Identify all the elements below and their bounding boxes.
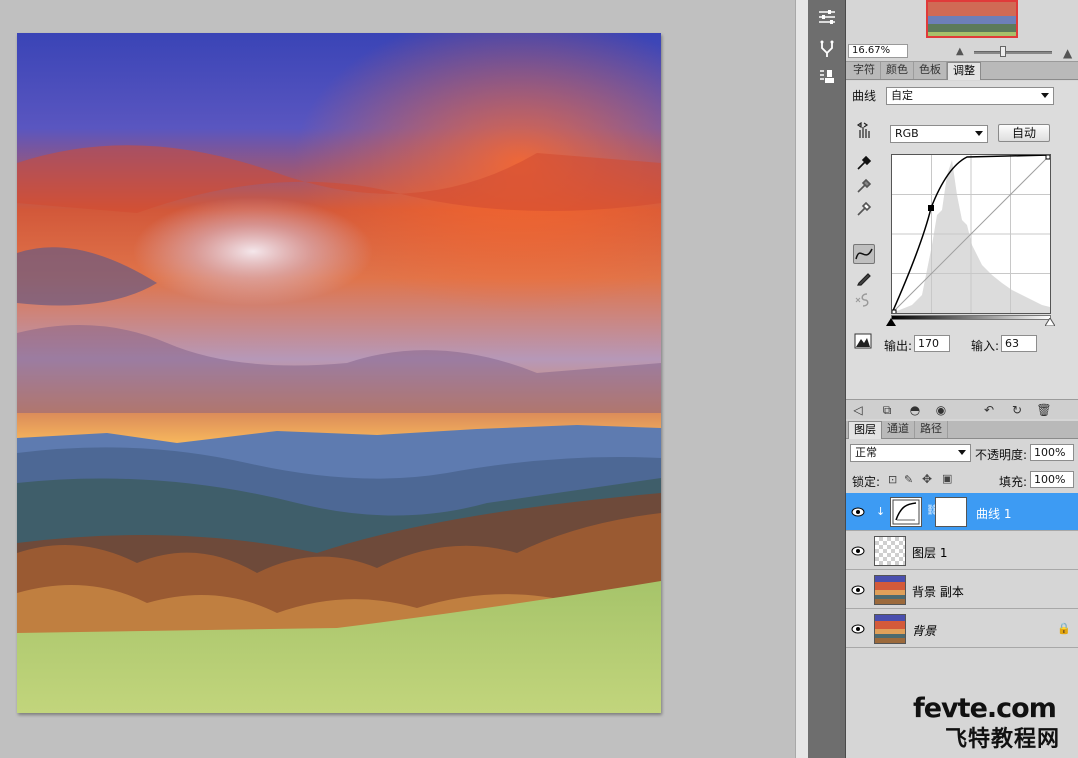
opacity-label: 不透明度: bbox=[975, 448, 1028, 462]
chevron-down-icon bbox=[975, 131, 983, 136]
zoom-slider-handle[interactable] bbox=[1000, 46, 1006, 57]
layer-row-layer-1[interactable]: 图层 1 bbox=[846, 532, 1078, 570]
zoom-out-icon[interactable]: ▲ bbox=[956, 46, 964, 57]
curves-preset-value: 自定 bbox=[891, 89, 913, 102]
layer-name: 曲线 1 bbox=[976, 507, 1012, 521]
trash-icon[interactable]: 🗑 bbox=[1036, 402, 1052, 418]
input-value-field[interactable]: 63 bbox=[1001, 335, 1037, 352]
document-image[interactable] bbox=[17, 33, 661, 713]
curves-adjustment-panel: 曲线 自定 RGB 自动 输出: 170 输入: 63 bbox=[846, 81, 1078, 418]
tab-character[interactable]: 字符 bbox=[848, 62, 881, 79]
layer-row-curves-1[interactable]: ↓ ⛓ 曲线 1 bbox=[846, 493, 1078, 531]
gray-point-eyedropper-icon[interactable] bbox=[853, 176, 875, 196]
opacity-field[interactable]: 100% bbox=[1030, 444, 1074, 461]
white-point-eyedropper-icon[interactable] bbox=[853, 199, 875, 219]
layer-name: 背景 bbox=[912, 624, 937, 638]
layer-name: 图层 1 bbox=[912, 546, 948, 560]
right-panels: 16.67% ▲ ▲ 字符 颜色 色板 调整 曲线 自定 RGB 自动 输出: … bbox=[846, 0, 1078, 758]
clipping-warning-icon[interactable] bbox=[852, 331, 874, 351]
black-point-eyedropper-icon[interactable] bbox=[853, 153, 875, 173]
layer-row-background-copy[interactable]: 背景 副本 bbox=[846, 571, 1078, 609]
fill-label: 填充: bbox=[999, 475, 1028, 489]
input-label: 输入: bbox=[971, 339, 1000, 353]
chevron-down-icon bbox=[958, 450, 966, 455]
tab-color[interactable]: 颜色 bbox=[881, 62, 914, 79]
canvas-scrollbar[interactable] bbox=[795, 0, 808, 758]
white-slider-icon[interactable] bbox=[1045, 318, 1055, 326]
lock-all-icon[interactable]: ▣ bbox=[942, 472, 952, 485]
pencil-draw-icon[interactable] bbox=[853, 268, 875, 288]
adjustments-tabstrip: 字符 颜色 色板 调整 bbox=[846, 62, 1078, 80]
tab-paths[interactable]: 路径 bbox=[915, 421, 948, 438]
curve-white-point[interactable] bbox=[1045, 154, 1051, 160]
previous-state-icon[interactable]: ↶ bbox=[981, 402, 997, 418]
output-value-field[interactable]: 170 bbox=[914, 335, 950, 352]
fill-field[interactable]: 100% bbox=[1030, 471, 1074, 488]
zoom-in-icon[interactable]: ▲ bbox=[1063, 46, 1072, 60]
landscape-thumbnail[interactable] bbox=[874, 575, 906, 605]
adjustments-footer: ◁ ⧉ ◓ ◉ ↶ ↻ 🗑 bbox=[846, 399, 1078, 419]
reset-icon[interactable]: ↻ bbox=[1009, 402, 1025, 418]
tab-channels[interactable]: 通道 bbox=[882, 421, 915, 438]
tab-swatches[interactable]: 色板 bbox=[914, 62, 947, 79]
watermark-line-1: fevte.com bbox=[913, 693, 1057, 724]
visibility-eye-icon[interactable]: ◉ bbox=[933, 402, 949, 418]
blend-mode-dropdown[interactable]: 正常 bbox=[850, 444, 971, 462]
zoom-slider[interactable] bbox=[974, 51, 1052, 54]
curve-black-point[interactable] bbox=[891, 309, 897, 315]
tab-adjustments[interactable]: 调整 bbox=[947, 62, 981, 80]
clone-source-icon[interactable] bbox=[814, 38, 840, 60]
return-arrow-icon[interactable]: ◁ bbox=[850, 402, 866, 418]
curves-preset-dropdown[interactable]: 自定 bbox=[886, 87, 1054, 105]
channel-value: RGB bbox=[895, 127, 919, 140]
zoom-percentage-field[interactable]: 16.67% bbox=[848, 44, 908, 58]
lock-move-icon[interactable]: ✥ bbox=[922, 472, 932, 486]
eye-icon[interactable] bbox=[849, 582, 867, 598]
lock-transparency-icon[interactable]: ⊡ bbox=[888, 473, 897, 486]
target-adjust-hand-icon[interactable] bbox=[853, 121, 875, 141]
lock-label: 锁定: bbox=[852, 475, 881, 489]
transparent-layer-thumbnail[interactable] bbox=[874, 536, 906, 566]
layers-tabstrip: 图层 通道 路径 bbox=[846, 421, 1078, 439]
stamp-list-icon[interactable] bbox=[814, 66, 840, 88]
lock-brush-icon[interactable]: ✎ bbox=[904, 473, 913, 486]
input-gradient-bar bbox=[891, 315, 1051, 320]
navigator-panel: 16.67% ▲ ▲ bbox=[846, 0, 1078, 62]
sliders-icon[interactable] bbox=[814, 6, 840, 28]
clip-to-layer-icon[interactable]: ◓ bbox=[907, 402, 923, 418]
curve-control-point[interactable] bbox=[928, 205, 934, 211]
output-label: 输出: bbox=[884, 339, 913, 353]
blend-mode-value: 正常 bbox=[855, 446, 877, 459]
chevron-down-icon bbox=[1041, 93, 1049, 98]
layer-row-background[interactable]: 背景 🔒 bbox=[846, 610, 1078, 648]
tab-layers[interactable]: 图层 bbox=[848, 421, 882, 439]
eye-icon[interactable] bbox=[849, 543, 867, 559]
curve-points-tool-icon[interactable] bbox=[853, 244, 875, 264]
canvas-area[interactable] bbox=[0, 0, 795, 758]
expand-view-icon[interactable]: ⧉ bbox=[879, 402, 895, 418]
channel-dropdown[interactable]: RGB bbox=[890, 125, 988, 143]
clip-arrow-icon: ↓ bbox=[876, 505, 886, 518]
navigator-thumbnail[interactable] bbox=[926, 0, 1018, 38]
curves-adjustment-icon[interactable] bbox=[890, 497, 922, 527]
auto-button[interactable]: 自动 bbox=[998, 124, 1050, 142]
curve-graph[interactable] bbox=[891, 154, 1051, 315]
eye-icon[interactable] bbox=[849, 621, 867, 637]
smooth-curve-icon[interactable] bbox=[853, 290, 875, 310]
curves-title: 曲线 bbox=[852, 89, 877, 103]
layer-mask-thumbnail[interactable] bbox=[935, 497, 967, 527]
watermark-line-2: 飞特教程网 bbox=[945, 727, 1061, 752]
watermark: fevte.com 飞特教程网 bbox=[913, 693, 1073, 753]
eye-icon[interactable] bbox=[849, 504, 867, 520]
layer-name: 背景 副本 bbox=[912, 585, 964, 599]
landscape-thumbnail[interactable] bbox=[874, 614, 906, 644]
black-slider-icon[interactable] bbox=[886, 318, 896, 326]
panel-dock-strip bbox=[808, 0, 846, 758]
lock-icon: 🔒 bbox=[1057, 622, 1071, 635]
